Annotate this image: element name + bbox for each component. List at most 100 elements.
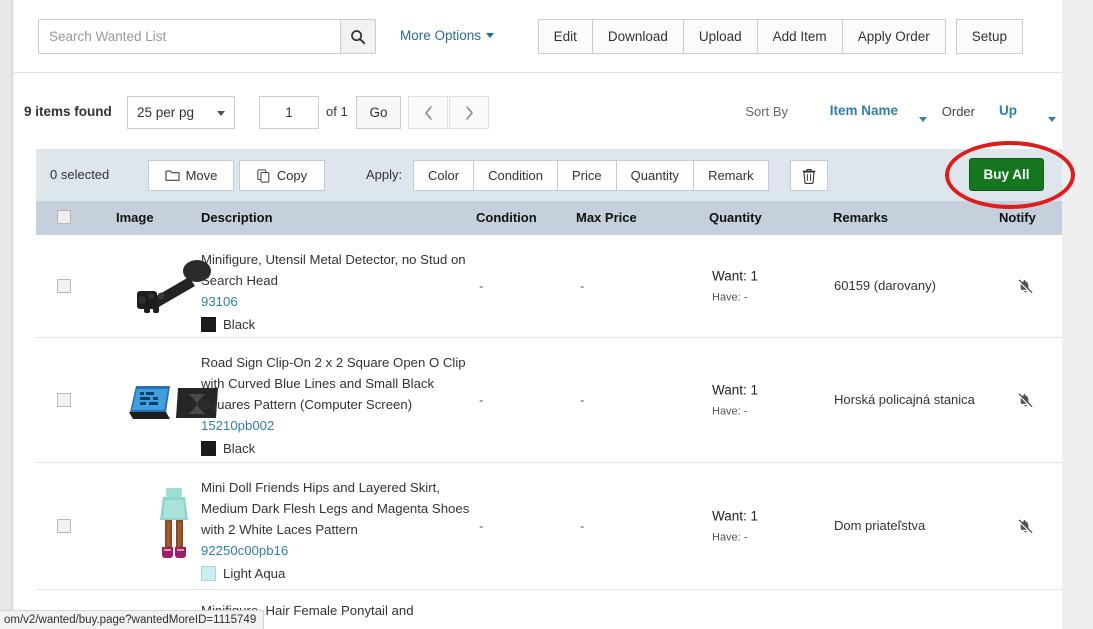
column-header-description[interactable]: Description [201,210,273,225]
column-header-condition[interactable]: Condition [476,210,537,225]
previous-page-button[interactable] [408,96,448,129]
row-want-value: Want: 1 [712,508,759,524]
search-button[interactable] [340,19,376,54]
page-number-value: 1 [285,105,293,120]
edit-button[interactable]: Edit [537,19,593,54]
apply-price-button[interactable]: Price [557,160,617,191]
browser-status-bar: om/v2/wanted/buy.page?wantedMoreID=11157… [0,610,265,629]
copy-button[interactable]: Copy [239,160,325,191]
bell-off-icon [1017,392,1033,409]
row-quantity-cell: Want: 1 Have: - [712,269,758,304]
go-button[interactable]: Go [356,96,401,129]
apply-label: Apply: [366,167,403,182]
copy-icon [257,168,270,183]
row-description-cell: Road Sign Clip-On 2 x 2 Square Open O Cl… [201,352,476,459]
column-header-max-price[interactable]: Max Price [576,210,637,225]
bell-off-icon [1017,518,1033,535]
row-remarks-cell: 60159 (darovany) [834,278,936,293]
row-color-name: Light Aqua [223,566,286,581]
page-total-label: of 1 [326,104,348,119]
table-body: Minifigure, Utensil Metal Detector, no S… [36,235,1062,629]
row-part-number[interactable]: 92250c00pb16 [201,543,288,558]
setup-button[interactable]: Setup [955,19,1023,54]
table-row[interactable]: Road Sign Clip-On 2 x 2 Square Open O Cl… [36,338,1062,463]
row-color-name: Black [223,317,256,332]
trash-icon [802,168,816,184]
search-group [38,19,376,54]
apply-order-button[interactable]: Apply Order [841,19,946,54]
column-header-image[interactable]: Image [116,210,154,225]
chevron-down-icon [919,117,927,122]
row-notify-toggle[interactable] [1012,513,1038,539]
add-item-button[interactable]: Add Item [756,19,843,54]
row-quantity-cell: Want: 1 Have: - [712,509,758,544]
chevron-left-icon [424,105,432,120]
apply-quantity-button[interactable]: Quantity [615,160,695,191]
next-page-button[interactable] [449,96,489,129]
chevron-down-icon [217,111,225,116]
bell-off-icon [1017,278,1033,295]
browser-viewport: More Options Edit Download Upload Add It… [0,0,1093,629]
table-header-row: Image Description Condition Max Price Qu… [36,201,1062,235]
delete-button[interactable] [790,160,828,191]
row-max-price-cell: - [580,278,585,294]
selected-count-label: 0 selected [50,167,110,182]
row-want-value: Want: 1 [712,268,759,284]
apply-remark-button[interactable]: Remark [693,160,769,191]
row-color: Black [201,314,476,335]
color-swatch [201,441,216,456]
row-description-cell: Mini Doll Friends Hips and Layered Skirt… [201,477,476,584]
page-number-input[interactable]: 1 [259,96,319,129]
chevron-right-icon [465,105,473,120]
apply-color-button[interactable]: Color [413,160,475,191]
mini-doll-part-image [160,488,188,558]
row-condition-cell: - [479,518,484,534]
row-description-cell: Minifigure, Utensil Metal Detector, no S… [201,249,476,335]
table-row[interactable]: Mini Doll Friends Hips and Layered Skirt… [36,463,1062,590]
row-have-value: Have: - [712,531,748,544]
row-color-name: Black [223,441,256,456]
row-checkbox[interactable] [57,393,71,407]
row-max-price-cell: - [580,392,585,408]
column-header-remarks[interactable]: Remarks [833,210,888,225]
table-row[interactable]: Minifigure, Utensil Metal Detector, no S… [36,235,1062,338]
folder-icon [165,170,180,181]
row-quantity-cell: Want: 1 Have: - [712,383,758,418]
sort-by-value[interactable]: Item Name [830,103,898,118]
per-page-select[interactable]: 25 per pg [127,96,235,129]
color-swatch [201,317,216,332]
select-all-checkbox[interactable] [57,210,71,224]
row-notify-toggle[interactable] [1012,273,1038,299]
row-have-value: Have: - [712,405,748,418]
order-dropdown-icon[interactable] [1048,109,1056,127]
more-options-link[interactable]: More Options [400,28,495,43]
row-part-number[interactable]: 15210pb002 [201,418,274,433]
sort-by-dropdown-icon[interactable] [919,109,927,127]
move-button[interactable]: Move [148,160,234,191]
order-label: Order [941,104,975,119]
row-part-number[interactable]: 93106 [201,294,238,309]
download-button[interactable]: Download [591,19,684,54]
buy-all-button[interactable]: Buy All [969,158,1044,191]
upload-button[interactable]: Upload [682,19,758,54]
search-bar: More Options Edit Download Upload Add It… [14,0,1062,73]
row-color: Black [201,438,476,459]
row-remarks-cell: Horská policajná stanica [834,392,975,407]
chevron-down-icon [1048,117,1056,122]
row-want-value: Want: 1 [712,382,759,398]
column-header-notify[interactable]: Notify [999,210,1036,225]
order-value[interactable]: Up [999,103,1017,118]
more-options-label: More Options [400,28,482,43]
copy-label: Copy [276,168,308,183]
column-header-quantity[interactable]: Quantity [709,210,762,225]
status-bar-url: om/v2/wanted/buy.page?wantedMoreID=11157… [4,614,257,626]
row-checkbox[interactable] [57,519,71,533]
row-checkbox[interactable] [57,279,71,293]
row-description-text: Minifigure, Utensil Metal Detector, no S… [201,252,466,288]
apply-condition-button[interactable]: Condition [473,160,559,191]
apply-options-group: Color Condition Price Quantity Remark [413,160,769,191]
row-notify-toggle[interactable] [1012,387,1038,413]
row-description-text: Road Sign Clip-On 2 x 2 Square Open O Cl… [201,355,466,412]
search-input[interactable] [38,19,340,54]
row-description-text: Mini Doll Friends Hips and Layered Skirt… [201,480,470,537]
